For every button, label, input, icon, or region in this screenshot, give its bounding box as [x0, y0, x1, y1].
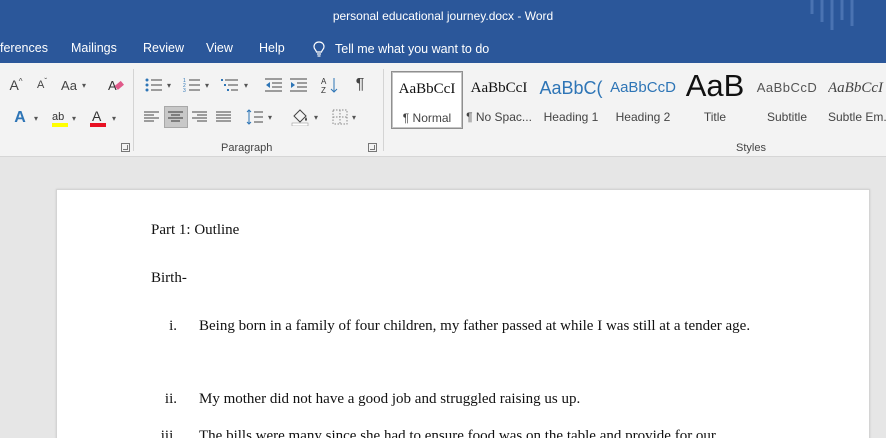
svg-text:ab: ab [52, 111, 64, 123]
line-spacing-icon[interactable] [243, 106, 267, 128]
chevron-down-icon[interactable]: ▾ [82, 81, 86, 90]
list-item-number: iii. [160, 428, 177, 438]
style-normal[interactable]: AaBbCcI ¶ Normal [391, 71, 463, 129]
tell-me-label: Tell me what you want to do [335, 42, 490, 56]
chevron-down-icon[interactable]: ▾ [112, 114, 116, 123]
list-item-text: Being born in a family of four children,… [199, 318, 751, 334]
lightbulb-icon [313, 41, 325, 57]
document-page[interactable]: Part 1: Outline Birth- i. Being born in … [56, 189, 870, 438]
style-no-spacing[interactable]: AaBbCcI ¶ No Spac... [463, 71, 535, 129]
tab-view[interactable]: View [206, 41, 233, 55]
numbering-icon[interactable]: 123 [180, 74, 204, 96]
clear-formatting-icon[interactable]: A [104, 74, 128, 96]
chevron-down-icon[interactable]: ▾ [268, 113, 272, 122]
tab-mailings[interactable]: Mailings [71, 41, 117, 55]
style-subtitle[interactable]: AaBbCcD Subtitle [751, 71, 823, 129]
outline-heading: Part 1: Outline [151, 222, 240, 238]
svg-text:3: 3 [183, 88, 186, 92]
chevron-down-icon[interactable]: ▾ [205, 81, 209, 90]
tab-references[interactable]: ferences [0, 41, 48, 55]
chevron-down-icon[interactable]: ▾ [314, 113, 318, 122]
borders-icon[interactable] [328, 106, 352, 128]
ribbon-tabs: ferences Mailings Review View Help Tell … [0, 33, 886, 63]
text-effects-icon[interactable]: A [8, 107, 32, 129]
list-item-text: The bills were many since she had to ens… [199, 428, 716, 438]
section-label: Birth- [151, 270, 187, 286]
ribbon: A ^ Aˇ Aa ▾ A A ▾ ab ▾ A ▾ ▾ 123 ▾ ▾ AZ ¶ [0, 63, 886, 157]
paragraph-group-label: Paragraph [221, 142, 273, 154]
style-heading-2[interactable]: AaBbCcD Heading 2 [607, 71, 679, 129]
align-center-icon[interactable] [164, 106, 188, 128]
title-bar: personal educational journey.docx - Word [0, 0, 886, 33]
svg-text:A: A [321, 77, 327, 86]
tell-me-box[interactable]: Tell me what you want to do [313, 41, 489, 57]
font-color-icon[interactable]: A [86, 107, 110, 129]
grow-font-icon[interactable]: A ^ [4, 74, 28, 96]
shrink-font-icon[interactable]: Aˇ [30, 74, 54, 96]
window-title: personal educational journey.docx - Word [332, 9, 554, 23]
tab-help[interactable]: Help [259, 41, 285, 55]
shading-icon[interactable] [288, 106, 312, 128]
list-item-number: i. [169, 318, 177, 334]
bullets-icon[interactable] [142, 74, 166, 96]
show-formatting-marks-icon[interactable]: ¶ [348, 74, 372, 96]
document-canvas: Part 1: Outline Birth- i. Being born in … [0, 158, 886, 438]
increase-indent-icon[interactable] [287, 74, 311, 96]
font-dialog-launcher-icon[interactable] [121, 143, 130, 152]
style-title[interactable]: AaB Title [679, 71, 751, 129]
chevron-down-icon[interactable]: ▾ [34, 114, 38, 123]
highlight-color-icon[interactable]: ab [48, 107, 72, 129]
svg-text:Z: Z [321, 86, 326, 94]
tab-review[interactable]: Review [143, 41, 184, 55]
paragraph-dialog-launcher-icon[interactable] [368, 143, 377, 152]
group-separator [383, 69, 384, 151]
sort-icon[interactable]: AZ [318, 74, 342, 96]
align-left-icon[interactable] [140, 106, 164, 128]
styles-group-label: Styles [736, 142, 766, 154]
list-item-text: My mother did not have a good job and st… [199, 391, 581, 407]
justify-icon[interactable] [212, 106, 236, 128]
chevron-down-icon[interactable]: ▾ [167, 81, 171, 90]
chevron-down-icon[interactable]: ▾ [352, 113, 356, 122]
style-heading-1[interactable]: AaBbC( Heading 1 [535, 71, 607, 129]
align-right-icon[interactable] [188, 106, 212, 128]
chevron-down-icon[interactable]: ▾ [72, 114, 76, 123]
svg-text:A: A [92, 108, 102, 124]
multilevel-list-icon[interactable] [218, 74, 242, 96]
group-separator [133, 69, 134, 151]
chevron-down-icon[interactable]: ▾ [244, 81, 248, 90]
change-case-icon[interactable]: Aa [58, 74, 80, 96]
list-item-number: ii. [164, 391, 177, 407]
title-bar-pattern [810, 0, 854, 30]
decrease-indent-icon[interactable] [262, 74, 286, 96]
style-subtle-emphasis[interactable]: AaBbCcI Subtle Em... [823, 71, 886, 129]
